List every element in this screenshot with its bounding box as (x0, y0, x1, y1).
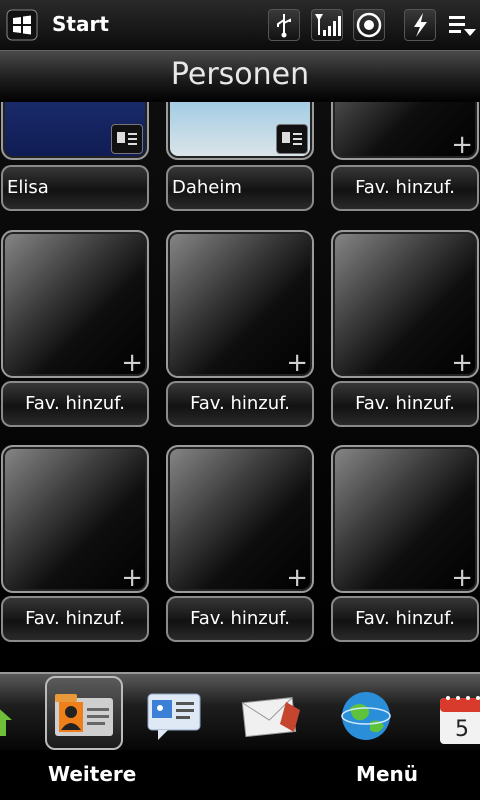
favorite-label-text: Fav. hinzuf. (25, 608, 125, 629)
internet-globe-icon[interactable] (332, 682, 400, 748)
favorite-tile-empty[interactable]: + (166, 230, 314, 378)
favorite-label[interactable]: Fav. hinzuf. (331, 596, 479, 642)
add-icon: + (451, 130, 473, 160)
favorite-tile-daheim[interactable] (166, 102, 314, 160)
add-icon: + (121, 348, 143, 378)
add-icon: + (451, 563, 473, 593)
menu-dropdown-icon[interactable] (446, 9, 478, 41)
favorite-label-text: Fav. hinzuf. (355, 608, 455, 629)
favorite-label-text: Fav. hinzuf. (355, 393, 455, 414)
status-bar: Start (0, 0, 480, 50)
contact-card-icon (111, 124, 143, 154)
favorite-label-text: Fav. hinzuf. (190, 393, 290, 414)
softkey-right-button[interactable]: Menü (356, 762, 418, 786)
favorite-label[interactable]: Elisa (1, 165, 149, 211)
add-icon: + (451, 348, 473, 378)
tab-dock: 5 (0, 672, 480, 752)
page-title: Personen (170, 57, 310, 92)
sync-icon[interactable] (353, 9, 385, 41)
contact-card-icon (276, 124, 308, 154)
favorite-label-text: Fav. hinzuf. (25, 393, 125, 414)
favorite-tile-empty[interactable]: + (331, 230, 479, 378)
signal-icon[interactable] (311, 9, 343, 41)
favorite-label[interactable]: Fav. hinzuf. (166, 381, 314, 427)
softkey-left-button[interactable]: Weitere (48, 762, 136, 786)
softkey-bar: Weitere Menü (0, 750, 480, 800)
favorite-label[interactable]: Fav. hinzuf. (331, 165, 479, 211)
favorite-label-text: Fav. hinzuf. (190, 608, 290, 629)
favorite-label[interactable]: Daheim (166, 165, 314, 211)
calendar-day: 5 (455, 717, 469, 742)
favorite-tile-empty[interactable]: + (331, 445, 479, 593)
favorite-tile-empty[interactable]: + (331, 102, 479, 160)
favorite-tile-empty[interactable]: + (1, 445, 149, 593)
favorite-label-text: Elisa (7, 177, 49, 198)
favorite-label[interactable]: Fav. hinzuf. (166, 596, 314, 642)
favorite-label[interactable]: Fav. hinzuf. (331, 381, 479, 427)
battery-charging-icon[interactable] (404, 9, 436, 41)
contacts-icon[interactable] (45, 676, 123, 750)
mail-icon[interactable] (236, 682, 304, 748)
favorite-label[interactable]: Fav. hinzuf. (1, 381, 149, 427)
favorites-grid: + Elisa Daheim Fav. hinzuf. + + + Fav. h… (0, 102, 480, 672)
usb-icon[interactable] (268, 9, 300, 41)
title-bar: Personen (0, 50, 480, 103)
favorite-tile-empty[interactable]: + (166, 445, 314, 593)
start-label[interactable]: Start (52, 12, 109, 36)
messaging-icon[interactable] (140, 682, 208, 748)
add-icon: + (121, 563, 143, 593)
favorite-tile-empty[interactable]: + (1, 230, 149, 378)
home-icon[interactable] (0, 682, 28, 748)
favorite-tile-elisa[interactable] (1, 102, 149, 160)
favorite-label-text: Daheim (172, 177, 242, 198)
windows-logo-icon[interactable] (6, 9, 38, 41)
favorite-label[interactable]: Fav. hinzuf. (1, 596, 149, 642)
add-icon: + (286, 563, 308, 593)
favorite-label-text: Fav. hinzuf. (355, 177, 455, 198)
add-icon: + (286, 348, 308, 378)
calendar-icon[interactable]: 5 (432, 682, 480, 748)
